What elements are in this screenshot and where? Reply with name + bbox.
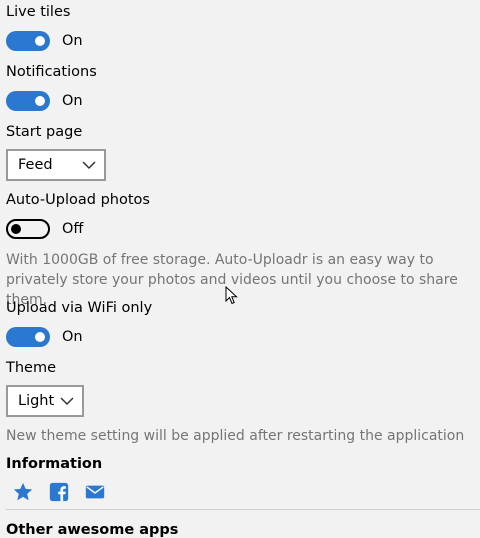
theme-dropdown[interactable]: Light: [6, 385, 84, 417]
information-heading: Information: [6, 456, 103, 472]
theme-note: New theme setting will be applied after …: [6, 428, 465, 444]
chevron-down-icon: [60, 397, 74, 406]
upload-wifi-state: On: [62, 329, 83, 345]
theme-value: Light: [18, 393, 55, 409]
notifications-label: Notifications: [6, 64, 97, 80]
chevron-down-icon: [82, 161, 96, 170]
star-icon[interactable]: [12, 481, 34, 503]
mail-icon[interactable]: [84, 481, 106, 503]
information-icons: [12, 481, 106, 503]
auto-upload-state: Off: [62, 221, 84, 237]
auto-upload-toggle[interactable]: [6, 219, 50, 239]
live-tiles-label: Live tiles: [6, 4, 71, 20]
start-page-value: Feed: [18, 157, 53, 173]
auto-upload-setting: Off: [6, 219, 83, 239]
notifications-setting: On: [6, 91, 83, 111]
theme-label: Theme: [6, 360, 57, 376]
start-page-label: Start page: [6, 124, 83, 140]
live-tiles-setting: On: [6, 31, 83, 51]
upload-wifi-toggle[interactable]: [6, 327, 50, 347]
upload-wifi-label: Upload via WiFi only: [6, 300, 153, 316]
live-tiles-toggle[interactable]: [6, 31, 50, 51]
notifications-state: On: [62, 93, 83, 109]
start-page-dropdown[interactable]: Feed: [6, 149, 106, 181]
upload-wifi-setting: On: [6, 327, 83, 347]
live-tiles-state: On: [62, 33, 83, 49]
mouse-cursor-icon: [225, 286, 238, 305]
auto-upload-label: Auto-Upload photos: [6, 192, 150, 208]
notifications-toggle[interactable]: [6, 91, 50, 111]
other-apps-heading: Other awesome apps: [6, 522, 179, 538]
divider: [6, 509, 480, 510]
facebook-icon[interactable]: [48, 481, 70, 503]
